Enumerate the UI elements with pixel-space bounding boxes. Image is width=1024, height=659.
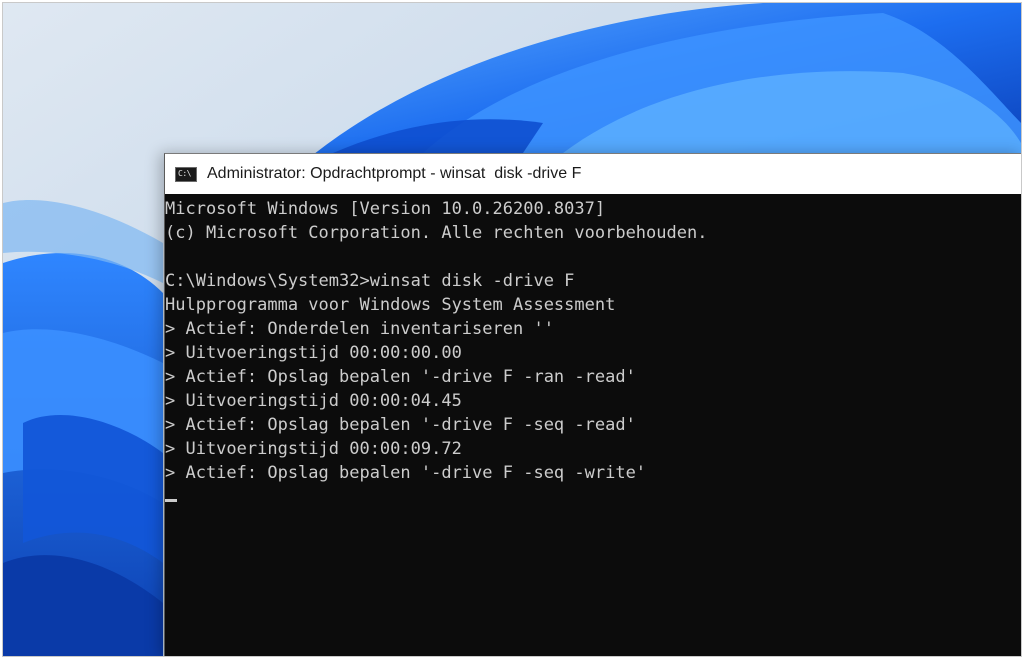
text-cursor	[165, 499, 177, 502]
console-line: > Uitvoeringstijd 00:00:00.00	[165, 343, 462, 363]
title-bar[interactable]: C:\ Administrator: Opdrachtprompt - wins…	[165, 154, 1021, 194]
console-line: (c) Microsoft Corporation. Alle rechten …	[165, 223, 708, 243]
cmd-window[interactable]: C:\ Administrator: Opdrachtprompt - wins…	[164, 153, 1021, 656]
console-line: > Actief: Opslag bepalen '-drive F -ran …	[165, 367, 636, 387]
window-title: Administrator: Opdrachtprompt - winsat d…	[207, 165, 582, 182]
console-line: Microsoft Windows [Version 10.0.26200.80…	[165, 199, 606, 219]
console-line: > Actief: Opslag bepalen '-drive F -seq …	[165, 463, 647, 483]
console-cursor-line	[165, 485, 1021, 509]
console-line: > Actief: Onderdelen inventariseren ''	[165, 319, 554, 339]
cmd-icon: C:\	[175, 166, 197, 182]
console-line: > Uitvoeringstijd 00:00:09.72	[165, 439, 462, 459]
console-line: > Uitvoeringstijd 00:00:04.45	[165, 391, 462, 411]
console-output[interactable]: Microsoft Windows [Version 10.0.26200.80…	[165, 194, 1021, 509]
console-line: C:\Windows\System32>winsat disk -drive F	[165, 271, 575, 291]
console-line: Hulpprogramma voor Windows System Assess…	[165, 295, 616, 315]
screenshot-frame: C:\ Administrator: Opdrachtprompt - wins…	[2, 2, 1022, 657]
console-line: > Actief: Opslag bepalen '-drive F -seq …	[165, 415, 636, 435]
cmd-icon-text: C:\	[178, 169, 191, 178]
